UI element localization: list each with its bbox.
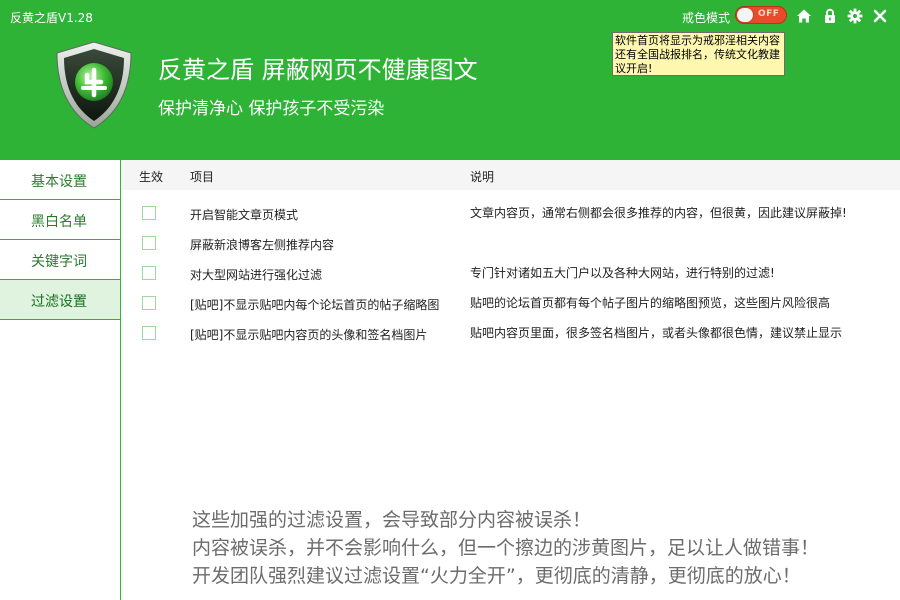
home-icon[interactable] (796, 8, 812, 24)
sidebar: 基本设置 黑白名单 关键字词 过滤设置 (0, 160, 121, 600)
row-item-label: 开启智能文章页模式 (190, 208, 299, 222)
row-item-label: [贴吧]不显示贴吧内容页的头像和签名档图片 (190, 328, 428, 342)
sidebar-item-keywords[interactable]: 关键字词 (0, 240, 120, 280)
table-row: [贴吧]不显示贴吧内容页的头像和签名档图片 贴吧内容页里面，很多签名档图片，或者… (122, 320, 900, 350)
sidebar-item-filter-settings[interactable]: 过滤设置 (0, 280, 120, 320)
row-checkbox[interactable] (142, 236, 156, 250)
warning-line: 开发团队强烈建议过滤设置“火力全开”，更彻底的清静，更彻底的放心！ (192, 565, 801, 587)
row-checkbox[interactable] (142, 326, 156, 340)
table-row: 屏蔽新浪博客左侧推荐内容 (122, 230, 900, 260)
table-header: 生效 项目 说明 (122, 160, 900, 190)
row-description: 专门针对诸如五大门户以及各种大网站，进行特别的过滤! (470, 266, 775, 280)
row-description: 贴吧的论坛首页都有每个帖子图片的缩略图预览，这些图片风险很高 (470, 296, 831, 310)
close-icon[interactable] (872, 8, 888, 24)
row-item-label: [贴吧]不显示贴吧内每个论坛首页的帖子缩略图 (190, 298, 440, 312)
header-banner: 反黄之盾V1.28 戒色模式 OFF 软件首页将显示为戒邪淫相关内容还有全国战报… (0, 0, 900, 160)
column-header-description: 说明 (470, 170, 495, 184)
shield-logo-icon (54, 40, 134, 130)
column-header-item: 项目 (190, 170, 215, 184)
gear-icon[interactable] (847, 8, 863, 24)
toggle-knob (737, 8, 753, 22)
filter-warning-text: 这些加强的过滤设置，会导致部分内容被误杀！ 内容被误杀，并不会影响什么，但一个擦… (192, 506, 892, 590)
headline: 反黄之盾 屏蔽网页不健康图文 (158, 56, 478, 84)
row-checkbox[interactable] (142, 266, 156, 280)
warning-line: 内容被误杀，并不会影响什么，但一个擦边的涉黄图片，足以让人做错事！ (192, 537, 820, 559)
row-description: 贴吧内容页里面，很多签名档图片，或者头像都很色情，建议禁止显示 (470, 326, 843, 340)
column-header-enabled: 生效 (139, 170, 164, 184)
lock-icon[interactable] (822, 8, 838, 24)
table-row: [贴吧]不显示贴吧内每个论坛首页的帖子缩略图 贴吧的论坛首页都有每个帖子图片的缩… (122, 290, 900, 320)
table-row: 开启智能文章页模式 文章内容页，通常右侧都会很多推荐的内容，但很黄，因此建议屏蔽… (122, 200, 900, 230)
row-checkbox[interactable] (142, 206, 156, 220)
app-title: 反黄之盾V1.28 (10, 11, 93, 25)
notice-box: 软件首页将显示为戒邪淫相关内容还有全国战报排名，传统文化教建议开启! (612, 32, 785, 76)
row-description: 文章内容页，通常右侧都会很多推荐的内容，但很黄，因此建议屏蔽掉! (470, 206, 847, 220)
abstinence-mode-label: 戒色模式 (682, 11, 731, 25)
row-item-label: 屏蔽新浪博客左侧推荐内容 (190, 238, 335, 252)
abstinence-mode-toggle[interactable]: OFF (735, 6, 787, 24)
toggle-state-text: OFF (758, 9, 780, 19)
subline: 保护清净心 保护孩子不受污染 (158, 99, 385, 119)
warning-line: 这些加强的过滤设置，会导致部分内容被误杀！ (192, 509, 592, 531)
sidebar-item-black-white-list[interactable]: 黑白名单 (0, 200, 120, 240)
row-item-label: 对大型网站进行强化过滤 (190, 268, 323, 282)
row-checkbox[interactable] (142, 296, 156, 310)
sidebar-item-basic-settings[interactable]: 基本设置 (0, 160, 120, 200)
table-row: 对大型网站进行强化过滤 专门针对诸如五大门户以及各种大网站，进行特别的过滤! (122, 260, 900, 290)
